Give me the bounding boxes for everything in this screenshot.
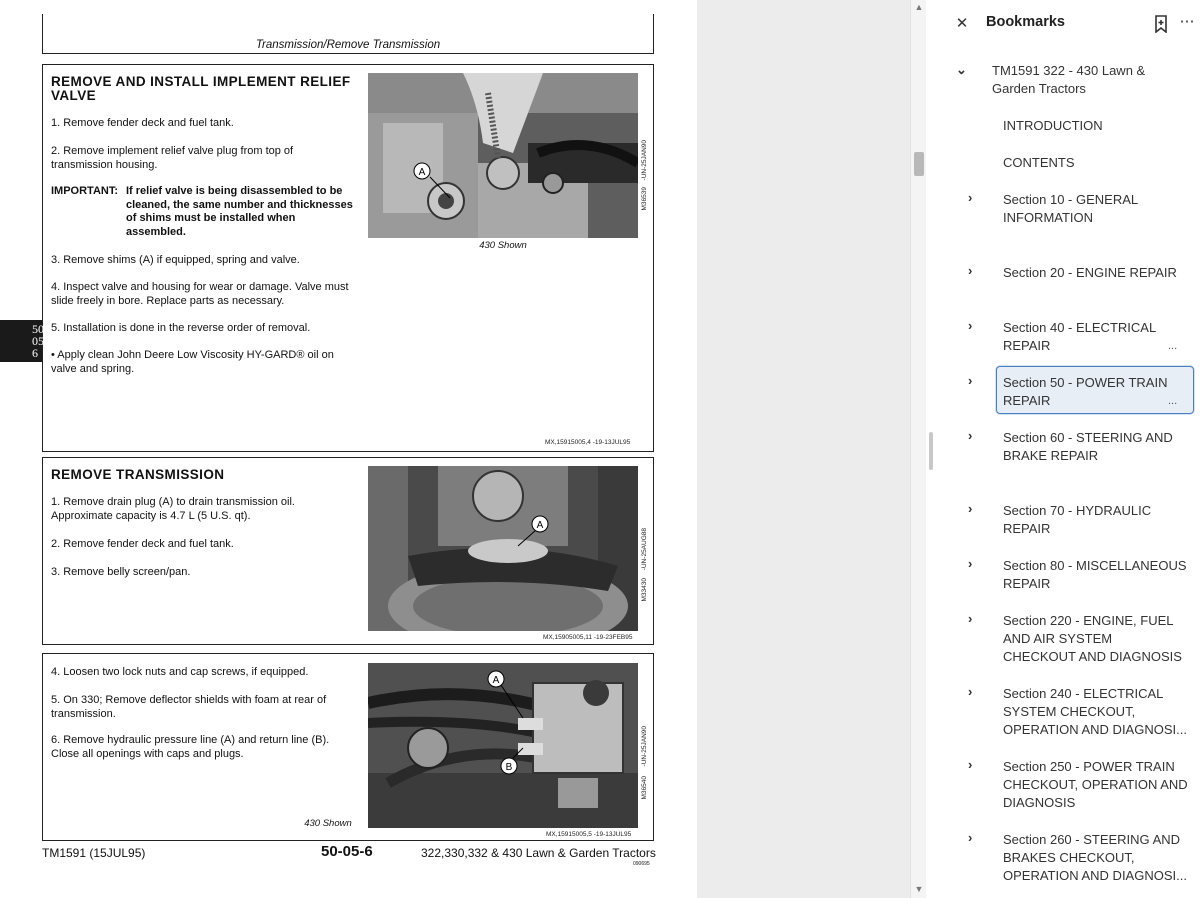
bookmark-section-220[interactable]: Section 220 - ENGINE, FUEL AND AIR SYSTE…: [1003, 612, 1188, 666]
photo-code: M36540: [641, 776, 648, 800]
step-text: 6. Remove hydraulic pressure line (A) an…: [51, 734, 330, 760]
chevron-right-icon[interactable]: ›: [968, 263, 972, 278]
bookmark-section-80[interactable]: Section 80 - MISCELLANEOUS REPAIR: [1003, 557, 1193, 593]
vertical-scrollbar[interactable]: ▲ ▼: [910, 0, 926, 898]
bookmark-section-60[interactable]: Section 60 - STEERING AND BRAKE REPAIR: [1003, 429, 1188, 465]
callout-label-a: A: [419, 167, 426, 178]
step-text: 3. Remove belly screen/pan.: [51, 566, 191, 578]
scroll-up-icon[interactable]: ▲: [911, 2, 927, 12]
scroll-down-icon[interactable]: ▼: [911, 884, 927, 894]
truncation-ellipsis: ...: [1168, 395, 1178, 407]
panel-title: Bookmarks: [986, 14, 1065, 30]
panel-resize-handle[interactable]: [929, 432, 933, 470]
photo-code: -UN-25JAN90: [641, 140, 648, 181]
page-number: 50-05-6: [321, 843, 373, 860]
step-text: 2. Remove implement relief valve plug fr…: [51, 145, 294, 171]
bookmark-section-10[interactable]: Section 10 - GENERAL INFORMATION: [1003, 191, 1188, 227]
step-text: 4. Loosen two lock nuts and cap screws, …: [51, 666, 309, 678]
bookmark-introduction[interactable]: INTRODUCTION: [1003, 117, 1188, 135]
truncation-ellipsis: ...: [1168, 340, 1178, 352]
procedure-code: MX,15915005,4 -19-13JUL95: [545, 439, 631, 446]
chevron-right-icon[interactable]: ›: [968, 501, 972, 516]
chevron-right-icon[interactable]: ›: [968, 428, 972, 443]
hydraulic-lines-photo: A B: [368, 663, 638, 828]
chevron-right-icon[interactable]: ›: [968, 190, 972, 205]
photo-code: M33430: [641, 578, 648, 602]
procedure-code: MX,15915005,5 -19-13JUL95: [546, 831, 632, 838]
document-page: Transmission/Remove Transmission REMOVE …: [0, 0, 697, 898]
running-head-frame: Transmission/Remove Transmission: [42, 14, 654, 54]
manual-title: 322,330,332 & 430 Lawn & Garden Tractors: [421, 846, 656, 860]
step-text: • Apply clean John Deere Low Viscosity H…: [51, 349, 334, 375]
bookmark-section-250[interactable]: Section 250 - POWER TRAIN CHECKOUT, OPER…: [1003, 758, 1193, 812]
section-tab-marker: 50 05 6: [0, 320, 44, 362]
chevron-right-icon[interactable]: ›: [968, 611, 972, 626]
scrollbar-thumb[interactable]: [914, 152, 924, 176]
chevron-right-icon[interactable]: ›: [968, 556, 972, 571]
step-text: 1. Remove drain plug (A) to drain transm…: [51, 496, 295, 522]
important-label: IMPORTANT:: [51, 185, 119, 197]
photo-caption: 430 Shown: [479, 240, 527, 251]
bookmark-section-70[interactable]: Section 70 - HYDRAULIC REPAIR: [1003, 502, 1153, 538]
chevron-down-icon[interactable]: ⌄: [956, 62, 967, 78]
step-text: 5. On 330; Remove deflector shields with…: [51, 694, 327, 720]
bookmarks-panel: ✕ Bookmarks ⋯ ⌄ TM1591 322 - 430 Lawn & …: [934, 0, 1200, 898]
chevron-right-icon[interactable]: ›: [968, 318, 972, 333]
manual-id: TM1591 (15JUL95): [42, 846, 146, 860]
tab-mark-line: 6: [32, 346, 38, 360]
step-text: 4. Inspect valve and housing for wear or…: [51, 281, 349, 307]
procedure-code: MX,15905005,11 -19-23FEB95: [543, 634, 633, 641]
procedure-title-line1: REMOVE AND INSTALL IMPLEMENT RELIEF: [51, 74, 351, 89]
chevron-right-icon[interactable]: ›: [968, 830, 972, 845]
bookmark-section-260[interactable]: Section 260 - STEERING AND BRAKES CHECKO…: [1003, 831, 1188, 885]
procedure-title: REMOVE TRANSMISSION: [51, 467, 225, 482]
photo-caption: 430 Shown: [304, 818, 352, 829]
callout-label-b: B: [506, 762, 513, 773]
procedure-box-relief-valve: REMOVE AND INSTALL IMPLEMENT RELIEF VALV…: [42, 64, 654, 452]
procedure-box-hydraulic-lines: 4. Loosen two lock nuts and cap screws, …: [42, 653, 654, 841]
photo-code: -UN-25JAN90: [641, 726, 648, 767]
bookmark-section-40[interactable]: Section 40 - ELECTRICAL REPAIR: [1003, 319, 1188, 355]
bookmark-contents[interactable]: CONTENTS: [1003, 154, 1188, 172]
photo-code: -UN-25AUG88: [641, 528, 648, 571]
chevron-right-icon[interactable]: ›: [968, 373, 972, 388]
procedure-box-remove-transmission: REMOVE TRANSMISSION 1. Remove drain plug…: [42, 457, 654, 645]
callout-label-a: A: [493, 675, 500, 686]
bookmark-section-20[interactable]: Section 20 - ENGINE REPAIR: [1003, 264, 1188, 282]
step-text: 3. Remove shims (A) if equipped, spring …: [51, 254, 300, 266]
transmission-drain-photo: A: [368, 466, 638, 631]
chevron-right-icon[interactable]: ›: [968, 684, 972, 699]
viewer-background: [697, 0, 910, 898]
important-text: If relief valve is being disassembled to…: [126, 185, 353, 238]
photo-code: M36539: [641, 187, 648, 211]
bookmark-section-240[interactable]: Section 240 - ELECTRICAL SYSTEM CHECKOUT…: [1003, 685, 1188, 739]
more-options-icon[interactable]: ⋯: [1178, 14, 1196, 30]
running-head: Transmission/Remove Transmission: [255, 39, 441, 51]
bookmark-root[interactable]: TM1591 322 - 430 Lawn & Garden Tractors: [992, 62, 1182, 98]
relief-valve-photo: A: [368, 73, 638, 238]
chevron-right-icon[interactable]: ›: [968, 757, 972, 772]
close-icon[interactable]: ✕: [954, 16, 970, 32]
bookmark-add-icon[interactable]: [1152, 15, 1170, 37]
bookmark-section-50[interactable]: Section 50 - POWER TRAIN REPAIR: [1003, 374, 1178, 410]
step-text: 2. Remove fender deck and fuel tank.: [51, 538, 234, 550]
callout-label-a: A: [537, 520, 544, 531]
step-text: 5. Installation is done in the reverse o…: [51, 322, 311, 334]
step-text: 1. Remove fender deck and fuel tank.: [51, 117, 234, 129]
procedure-title-line2: VALVE: [51, 88, 97, 103]
print-code: 090695: [633, 861, 650, 867]
